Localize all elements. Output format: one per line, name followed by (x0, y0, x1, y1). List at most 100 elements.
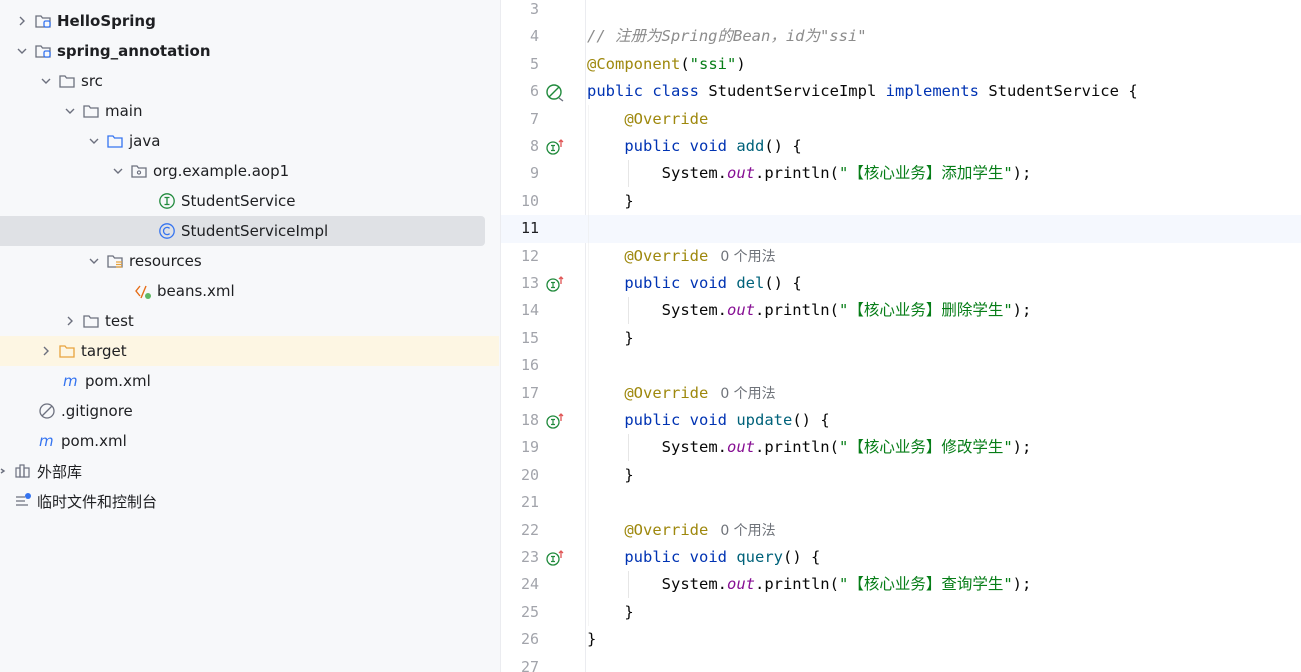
method-name: update (736, 411, 793, 429)
chevron-right-icon[interactable] (62, 313, 78, 329)
chevron-down-icon[interactable] (86, 133, 102, 149)
override-annotation: @Override (624, 109, 709, 128)
tree-node-external-libraries[interactable]: 外部库 (0, 456, 499, 486)
tree-node-scratches[interactable]: 临时文件和控制台 (0, 486, 499, 516)
code-line[interactable]: 27 (501, 654, 1301, 672)
tree-node-java[interactable]: java (0, 126, 499, 156)
maven-icon: m (62, 372, 80, 390)
method-keyword: public void (624, 548, 727, 566)
indent-guide (628, 160, 629, 187)
code-line[interactable]: 5 @Component("ssi") (501, 51, 1301, 78)
chevron-down-icon[interactable] (38, 73, 54, 89)
spring-bean-gutter-icon[interactable] (545, 83, 564, 102)
implements-keyword: implements (885, 82, 979, 101)
override-annotation: @Override (624, 383, 709, 402)
code-editor[interactable]: 3 4 // 注册为Spring的Bean，id为"ssi" 5 @Compon… (501, 0, 1301, 672)
tree-node-spring-annotation[interactable]: spring_annotation (0, 36, 499, 66)
folder-icon (58, 72, 76, 90)
code-line[interactable]: 23 public void query() { (501, 544, 1301, 571)
tree-node-label: StudentServiceImpl (181, 222, 329, 240)
tree-node-main[interactable]: main (0, 96, 499, 126)
libraries-icon (14, 462, 32, 480)
implements-method-gutter-icon[interactable] (545, 275, 564, 293)
out-field: out (726, 575, 755, 594)
tree-node-studentserviceimpl[interactable]: StudentServiceImpl (0, 216, 485, 246)
tree-node-src[interactable]: src (0, 66, 499, 96)
code-line[interactable]: 6 public class StudentServiceImpl implem… (501, 78, 1301, 105)
line-number: 25 (520, 602, 539, 621)
indent-guide (628, 571, 629, 598)
line-number: 7 (529, 109, 539, 128)
svg-text:m: m (39, 432, 54, 450)
code-line[interactable]: 9 System.out.println("【核心业务】添加学生"); (501, 160, 1301, 187)
tree-node-label: org.example.aop1 (153, 162, 290, 180)
tree-node-label: 外部库 (37, 462, 83, 481)
line-number: 18 (520, 411, 539, 429)
system-class: System. (661, 575, 727, 594)
tree-node-label: HelloSpring (57, 12, 156, 30)
line-number: 16 (520, 356, 539, 375)
interface-name: StudentService (988, 82, 1119, 101)
code-line[interactable]: 4 // 注册为Spring的Bean，id为"ssi" (501, 23, 1301, 50)
code-line[interactable]: 13 public void del() { (501, 270, 1301, 297)
code-line[interactable]: 7 @Override (501, 106, 1301, 133)
usage-hint[interactable]: 0 个用法 (720, 523, 775, 539)
tree-node-resources[interactable]: resources (0, 246, 499, 276)
method-name: del (736, 274, 765, 292)
chevron-down-icon[interactable] (86, 253, 102, 269)
tree-node-package[interactable]: org.example.aop1 (0, 156, 499, 186)
code-line[interactable]: 16 (501, 352, 1301, 379)
chevron-down-icon[interactable] (110, 163, 126, 179)
usage-hint[interactable]: 0 个用法 (720, 249, 775, 265)
code-line[interactable]: 22 @Override 0 个用法 (501, 517, 1301, 544)
code-line[interactable]: 14 System.out.println("【核心业务】删除学生"); (501, 297, 1301, 324)
code-line[interactable]: 8 public void add() { (501, 133, 1301, 160)
tree-node-label: target (81, 342, 127, 360)
tree-node-beans-xml[interactable]: beans.xml (0, 276, 499, 306)
code-line[interactable]: 15 } (501, 325, 1301, 352)
tree-node-gitignore[interactable]: .gitignore (0, 396, 499, 426)
method-keyword: public void (624, 411, 727, 429)
code-line[interactable]: 12 @Override 0 个用法 (501, 243, 1301, 270)
folder-icon (82, 102, 100, 120)
tree-node-target[interactable]: target (0, 336, 499, 366)
tree-node-pom-xml-root[interactable]: m pom.xml (0, 426, 499, 456)
tree-node-label: spring_annotation (57, 42, 211, 60)
code-line[interactable]: 17 @Override 0 个用法 (501, 380, 1301, 407)
chevron-right-icon[interactable] (38, 343, 54, 359)
code-line[interactable]: 25 } (501, 599, 1301, 626)
code-line[interactable]: 24 System.out.println("【核心业务】查询学生"); (501, 571, 1301, 598)
line-number: 15 (520, 328, 539, 347)
component-value: "ssi" (689, 54, 737, 73)
tree-node-pom-xml[interactable]: m pom.xml (0, 366, 499, 396)
tree-node-label: StudentService (181, 192, 296, 210)
code-line[interactable]: 3 (501, 0, 1301, 23)
code-line[interactable]: 10 } (501, 188, 1301, 215)
tree-node-label: 临时文件和控制台 (37, 492, 158, 511)
code-line-current[interactable]: 11 (501, 215, 1301, 243)
implements-method-gutter-icon[interactable] (545, 138, 564, 156)
line-number: 17 (520, 383, 539, 402)
implements-method-gutter-icon[interactable] (545, 549, 564, 567)
code-line[interactable]: 18 public void update() { (501, 407, 1301, 434)
tree-node-label: resources (129, 252, 202, 270)
code-line[interactable]: 26 } (501, 626, 1301, 653)
code-line[interactable]: 19 System.out.println("【核心业务】修改学生"); (501, 434, 1301, 461)
tree-node-studentservice[interactable]: StudentService (0, 186, 499, 216)
implements-method-gutter-icon[interactable] (545, 412, 564, 430)
code-comment: // 注册为Spring的Bean，id为"ssi" (587, 27, 867, 46)
maven-icon: m (38, 432, 56, 450)
tree-node-test[interactable]: test (0, 306, 499, 336)
chevron-down-icon[interactable] (62, 103, 78, 119)
code-line[interactable]: 20 } (501, 462, 1301, 489)
tree-node-label: pom.xml (61, 432, 127, 450)
chevron-down-icon[interactable] (14, 43, 30, 59)
usage-hint[interactable]: 0 个用法 (720, 386, 775, 402)
chevron-right-icon[interactable] (0, 463, 10, 479)
override-annotation: @Override (624, 520, 709, 539)
line-number: 4 (529, 27, 539, 46)
indent-guide (588, 105, 589, 626)
chevron-right-icon[interactable] (14, 13, 30, 29)
code-line[interactable]: 21 (501, 489, 1301, 516)
tree-node-hellospring[interactable]: HelloSpring (0, 6, 499, 36)
